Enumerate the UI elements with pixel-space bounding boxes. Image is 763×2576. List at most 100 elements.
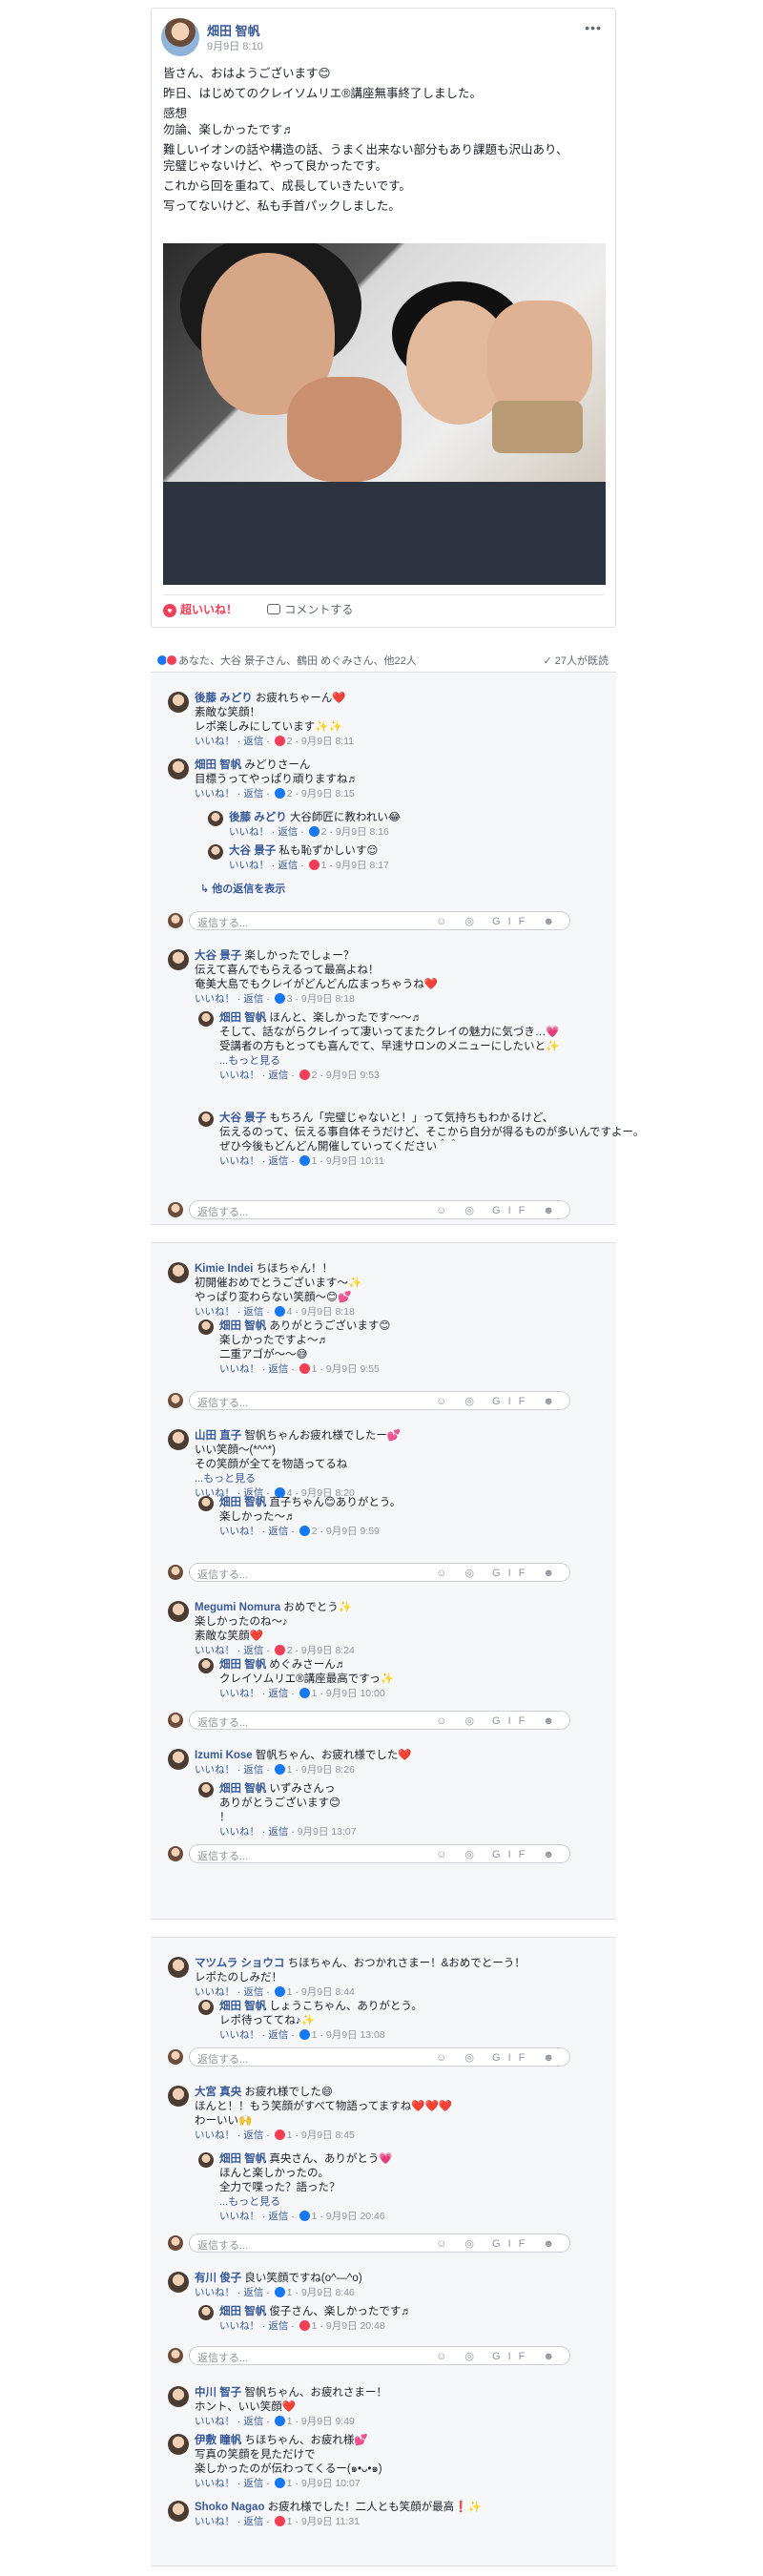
commenter-name[interactable]: 畑田 智帆 (219, 1497, 266, 1508)
comment-time[interactable]: 9月9日 8:18 (301, 1306, 355, 1318)
reply-tools-icons[interactable]: ☺ ◎ GIF ☻ (436, 1714, 562, 1727)
commenter-name[interactable]: 畑田 智帆 (195, 759, 241, 771)
post-time[interactable]: 9月9日 8:10 (207, 38, 263, 53)
reaction-count[interactable]: 1 (287, 2516, 293, 2527)
love-reaction-button[interactable]: ♥ 超いいね！ (163, 601, 237, 617)
comment-time[interactable]: 9月9日 20:46 (326, 2211, 385, 2222)
reaction-count[interactable]: 1 (321, 860, 327, 871)
commenter-avatar[interactable] (198, 1011, 214, 1027)
reaction-count[interactable]: 1 (312, 2320, 318, 2332)
commenter-name[interactable]: 伊敷 瞳帆 (195, 2435, 241, 2446)
commenter-avatar[interactable] (168, 692, 189, 713)
commenter-name[interactable]: 大谷 景子 (219, 1112, 266, 1124)
commenter-name[interactable]: 畑田 智帆 (219, 1320, 266, 1332)
reply-input[interactable]: 返信する... ☺ ◎ GIF ☻ (189, 2233, 570, 2253)
reaction-count[interactable]: 2 (321, 826, 327, 838)
commenter-name[interactable]: Kimie Indei (195, 1263, 253, 1275)
reaction-count[interactable]: 1 (312, 1688, 318, 1699)
commenter-avatar[interactable] (168, 2386, 189, 2407)
commenter-avatar[interactable] (168, 758, 189, 779)
comment-time[interactable]: 9月9日 10:11 (326, 1155, 384, 1167)
comment-time[interactable]: 9月9日 10:07 (301, 2478, 361, 2489)
commenter-avatar[interactable] (168, 2086, 189, 2107)
commenter-avatar[interactable] (198, 2152, 214, 2168)
reaction-count[interactable]: 2 (312, 1526, 318, 1537)
commenter-name[interactable]: マツムラ ショウコ (195, 1958, 284, 1969)
commenter-avatar[interactable] (168, 1957, 189, 1978)
reply-input[interactable]: 返信する... ☺ ◎ GIF ☻ (189, 1200, 570, 1219)
commenter-avatar[interactable] (198, 1111, 214, 1127)
commenter-name[interactable]: 畑田 智帆 (219, 1012, 266, 1024)
reply-input[interactable]: 返信する... ☺ ◎ GIF ☻ (189, 911, 570, 930)
comment-actions[interactable]: いいね！ · 返信 · (195, 2287, 273, 2298)
commenter-avatar[interactable] (168, 2434, 189, 2455)
reaction-count[interactable]: 1 (287, 2287, 293, 2298)
reply-tools-icons[interactable]: ☺ ◎ GIF ☻ (436, 1395, 562, 1407)
reply-tools-icons[interactable]: ☺ ◎ GIF ☻ (436, 1204, 562, 1216)
reply-input[interactable]: 返信する... ☺ ◎ GIF ☻ (189, 1711, 570, 1730)
comment-time[interactable]: 9月9日 8:24 (301, 1645, 355, 1656)
commenter-name[interactable]: 大谷 景子 (195, 950, 241, 962)
comment-actions[interactable]: いいね！ · 返信 · (195, 1764, 273, 1776)
comment-actions[interactable]: いいね！ · 返信 · (219, 1526, 298, 1537)
commenter-name[interactable]: 畑田 智帆 (219, 1659, 266, 1671)
comment-time[interactable]: 9月9日 20:48 (326, 2320, 385, 2332)
reaction-count[interactable]: 3 (287, 993, 293, 1005)
commenter-name[interactable]: 畑田 智帆 (219, 1783, 266, 1795)
comment-time[interactable]: 9月9日 8:44 (301, 1986, 355, 1998)
comment-button[interactable]: コメントする (267, 601, 353, 617)
comment-time[interactable]: 9月9日 8:15 (301, 788, 355, 800)
post-author[interactable]: 畑田 智帆 (207, 21, 260, 39)
see-more-link[interactable]: ...もっと見る (219, 2195, 393, 2210)
comment-actions[interactable]: いいね！ · 返信 · (219, 1688, 298, 1699)
reactions-summary[interactable]: あなた、大谷 景子さん、鶴田 めぐみさん、他22人 (178, 655, 417, 667)
comment-time[interactable]: 9月9日 10:00 (326, 1688, 385, 1699)
comment-time[interactable]: 9月9日 8:26 (301, 1764, 355, 1776)
comment-time[interactable]: 9月9日 11:31 (301, 2516, 360, 2527)
commenter-avatar[interactable] (198, 1782, 214, 1797)
reaction-icons[interactable] (156, 654, 177, 667)
reaction-count[interactable]: 1 (287, 2416, 293, 2427)
reaction-count[interactable]: 1 (312, 2029, 318, 2041)
comment-time[interactable]: 9月9日 8:18 (301, 993, 355, 1005)
comment-actions[interactable]: いいね！ · 返信 · (195, 2129, 273, 2141)
commenter-avatar[interactable] (168, 2501, 189, 2522)
reply-tools-icons[interactable]: ☺ ◎ GIF ☻ (436, 2237, 562, 2250)
reaction-count[interactable]: 1 (287, 2478, 293, 2489)
comment-actions[interactable]: いいね！ · 返信 · (219, 1363, 298, 1375)
reply-tools-icons[interactable]: ☺ ◎ GIF ☻ (436, 915, 562, 927)
commenter-name[interactable]: 大宮 真央 (195, 2087, 241, 2098)
comment-actions[interactable]: いいね！ · 返信 · (195, 788, 273, 800)
reply-tools-icons[interactable]: ☺ ◎ GIF ☻ (436, 1567, 562, 1579)
commenter-avatar[interactable] (198, 1496, 214, 1511)
commenter-avatar[interactable] (168, 1262, 189, 1283)
reaction-count[interactable]: 1 (287, 2129, 293, 2141)
reaction-count[interactable]: 2 (287, 1645, 293, 1656)
comment-actions[interactable]: いいね！ · 返信 · (229, 860, 307, 871)
see-more-link[interactable]: ...もっと見る (219, 1054, 560, 1069)
comment-actions[interactable]: いいね！ · 返信 · (195, 1986, 273, 1998)
reply-input[interactable]: 返信する... ☺ ◎ GIF ☻ (189, 2346, 570, 2365)
reply-tools-icons[interactable]: ☺ ◎ GIF ☻ (436, 2350, 562, 2362)
commenter-name[interactable]: Izumi Kose (195, 1750, 253, 1761)
comment-time[interactable]: 9月9日 9:53 (326, 1070, 380, 1081)
comment-actions[interactable]: いいね！ · 返信 · (195, 993, 273, 1005)
comment-time[interactable]: 9月9日 8:45 (301, 2129, 355, 2141)
reaction-count[interactable]: 1 (312, 2211, 318, 2222)
commenter-name[interactable]: 有川 俊子 (195, 2273, 241, 2284)
reaction-count[interactable]: 2 (287, 788, 293, 800)
commenter-avatar[interactable] (168, 1429, 189, 1450)
comment-actions[interactable]: いいね！ · 返信 · (195, 1306, 273, 1318)
comment-actions[interactable]: いいね！ · 返信 · (219, 1826, 298, 1838)
comment-time[interactable]: 9月9日 8:11 (301, 736, 354, 747)
comment-time[interactable]: 9月9日 8:17 (336, 860, 389, 871)
commenter-name[interactable]: 畑田 智帆 (219, 2001, 266, 2012)
commenter-avatar[interactable] (208, 811, 223, 826)
commenter-avatar[interactable] (168, 949, 189, 970)
comment-actions[interactable]: いいね！ · 返信 · (195, 2478, 273, 2489)
commenter-avatar[interactable] (168, 2272, 189, 2293)
commenter-name[interactable]: 山田 直子 (195, 1430, 241, 1442)
commenter-name[interactable]: 大谷 景子 (229, 845, 276, 857)
commenter-name[interactable]: 畑田 智帆 (219, 2306, 266, 2317)
reply-tools-icons[interactable]: ☺ ◎ GIF ☻ (436, 1848, 562, 1860)
